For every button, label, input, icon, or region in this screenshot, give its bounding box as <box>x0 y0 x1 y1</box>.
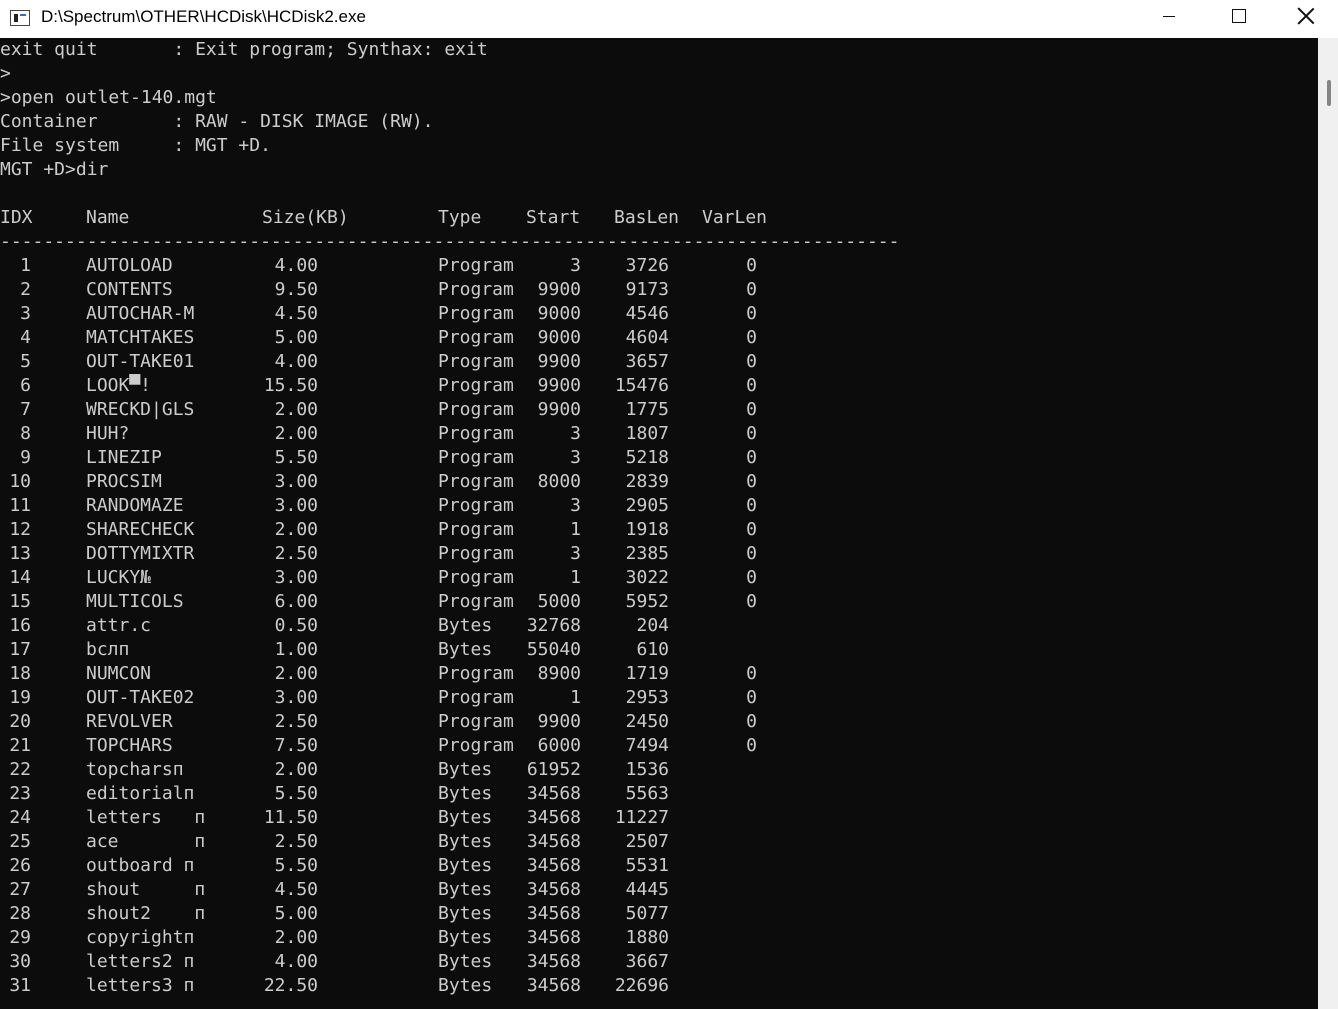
cell-varlen: 0 <box>746 543 757 564</box>
cell-baslen: 11227 <box>614 807 669 828</box>
table-row: 30 letters2 п 4.00 Bytes 34568 3667 <box>0 950 1318 974</box>
cell-varlen: 0 <box>746 423 757 444</box>
header-size: Size(KB) <box>262 207 349 228</box>
cell-varlen: 0 <box>746 735 757 756</box>
console-output[interactable]: exit quit : Exit program; Synthax: exit >… <box>0 38 1318 1009</box>
console-line: Container : RAW - DISK IMAGE (RW). <box>0 110 1318 134</box>
table-row: 22 topcharsп 2.00 Bytes 61952 1536 <box>0 758 1318 782</box>
table-row: 14 LUCKY№ 3.00 Program 1 3022 0 <box>0 566 1318 590</box>
cell-varlen: 0 <box>746 399 757 420</box>
cell-baslen: 5531 <box>625 855 669 876</box>
table-row: 2 CONTENTS 9.50 Program 9900 9173 0 <box>0 278 1318 302</box>
cell-varlen: 0 <box>746 471 757 492</box>
cell-baslen: 1880 <box>625 927 669 948</box>
close-icon <box>1297 7 1315 25</box>
console-line: MGT +D>dir <box>0 158 1318 182</box>
cell-varlen: 0 <box>746 567 757 588</box>
table-row: 24 letters п 11.50 Bytes 34568 11227 <box>0 806 1318 830</box>
console-app-icon <box>10 10 30 26</box>
cell-varlen: 0 <box>746 327 757 348</box>
table-row: 1 AUTOLOAD 4.00 Program 3 3726 0 <box>0 254 1318 278</box>
cell-baslen: 610 <box>636 639 669 660</box>
table-row: 10 PROCSIM 3.00 Program 8000 2839 0 <box>0 470 1318 494</box>
cell-baslen: 5077 <box>625 903 669 924</box>
maximize-button[interactable] <box>1204 0 1274 32</box>
cell-baslen: 5563 <box>625 783 669 804</box>
table-row: 28 shout2 п 5.00 Bytes 34568 5077 <box>0 902 1318 926</box>
table-row: 31 letters3 п 22.50 Bytes 34568 22696 <box>0 974 1318 998</box>
table-row: 15 MULTICOLS 6.00 Program 5000 5952 0 <box>0 590 1318 614</box>
cell-varlen: 0 <box>746 591 757 612</box>
cell-baslen: 3667 <box>625 951 669 972</box>
table-row: 13 DOTTYMIXTR 2.50 Program 3 2385 0 <box>0 542 1318 566</box>
cell-varlen: 0 <box>746 495 757 516</box>
table-row: 27 shout п 4.50 Bytes 34568 4445 <box>0 878 1318 902</box>
cell-baslen: 22696 <box>614 975 669 996</box>
cell-baslen: 4445 <box>625 879 669 900</box>
command-history: exit quit : Exit program; Synthax: exit >… <box>0 38 1318 206</box>
table-row: 12 SHARECHECK 2.00 Program 1 1918 0 <box>0 518 1318 542</box>
minimize-icon <box>1163 15 1175 17</box>
console-line-text: exit quit : Exit program; Synthax: exit <box>0 39 488 60</box>
header-name: Name <box>86 207 130 228</box>
title-bar[interactable]: D:\Spectrum\OTHER\HCDisk\HCDisk2.exe <box>0 0 1338 38</box>
table-row: 29 copyrightп 2.00 Bytes 34568 1880 <box>0 926 1318 950</box>
header-idx: IDX <box>0 207 33 228</box>
table-row: 5 OUT-TAKE01 4.00 Program 9900 3657 0 <box>0 350 1318 374</box>
cell-varlen: 0 <box>746 279 757 300</box>
console-line-text: Container : RAW - DISK IMAGE (RW). <box>0 111 434 132</box>
table-row: 20 REVOLVER 2.50 Program 9900 2450 0 <box>0 710 1318 734</box>
header-varlen: VarLen <box>702 207 768 228</box>
table-row: 23 editorialп 5.50 Bytes 34568 5563 <box>0 782 1318 806</box>
table-row: 21 TOPCHARS 7.50 Program 6000 7494 0 <box>0 734 1318 758</box>
cell-varlen: 0 <box>746 711 757 732</box>
table-row: 3 AUTOCHAR-M 4.50 Program 9000 4546 0 <box>0 302 1318 326</box>
close-button[interactable] <box>1274 0 1338 32</box>
console-line-text: MGT +D>dir <box>0 159 109 180</box>
console-line: >open outlet-140.mgt <box>0 86 1318 110</box>
cell-varlen: 0 <box>746 351 757 372</box>
table-row: 9 LINEZIP 5.50 Program 3 5218 0 <box>0 446 1318 470</box>
console-line-text: > <box>0 63 11 84</box>
cell-baslen: 1536 <box>625 759 669 780</box>
cell-baslen: 2507 <box>625 831 669 852</box>
table-row: 26 outboard п 5.50 Bytes 34568 5531 <box>0 854 1318 878</box>
cell-varlen: 0 <box>746 687 757 708</box>
console-line-text: >open outlet-140.mgt <box>0 87 217 108</box>
header-start: Start <box>526 207 581 228</box>
table-row: 8 HUH? 2.00 Program 3 1807 0 <box>0 422 1318 446</box>
table-row: 4 MATCHTAKES 5.00 Program 9000 4604 0 <box>0 326 1318 350</box>
cell-varlen: 0 <box>746 519 757 540</box>
cell-varlen: 0 <box>746 447 757 468</box>
console-line: File system : MGT +D. <box>0 134 1318 158</box>
console-line: exit quit : Exit program; Synthax: exit <box>0 38 1318 62</box>
table-row: 16 attr.c 0.50 Bytes 32768 204 <box>0 614 1318 638</box>
table-row: 19 OUT-TAKE02 3.00 Program 1 2953 0 <box>0 686 1318 710</box>
header-separator: ----------------------------------------… <box>0 230 1318 254</box>
header-type: Type <box>438 207 482 228</box>
vertical-scrollbar[interactable] <box>1318 38 1338 1009</box>
cell-varlen: 0 <box>746 663 757 684</box>
window-title: D:\Spectrum\OTHER\HCDisk\HCDisk2.exe <box>41 7 366 26</box>
minimize-button[interactable] <box>1134 0 1204 32</box>
cell-varlen: 0 <box>746 255 757 276</box>
table-row: 11 RANDOMAZE 3.00 Program 3 2905 0 <box>0 494 1318 518</box>
scrollbar-thumb[interactable] <box>1327 80 1331 106</box>
table-row: 7 WRECKD|GLS 2.00 Program 9900 1775 0 <box>0 398 1318 422</box>
console-line-text: File system : MGT +D. <box>0 135 271 156</box>
cell-varlen: 0 <box>746 375 757 396</box>
console-line: > <box>0 62 1318 86</box>
table-header: IDX Name Size(KB) Type Start BasLen VarL… <box>0 206 1318 230</box>
cell-varlen: 0 <box>746 303 757 324</box>
directory-listing: 1 AUTOLOAD 4.00 Program 3 3726 0 2 CONTENTS 9.50 P… <box>0 254 1318 998</box>
separator-line: ----------------------------------------… <box>0 231 900 252</box>
cell-baslen: 204 <box>636 615 669 636</box>
table-row: 17 bслп 1.00 Bytes 55040 610 <box>0 638 1318 662</box>
maximize-icon <box>1232 9 1246 23</box>
table-row: 18 NUMCON 2.00 Program 8900 1719 0 <box>0 662 1318 686</box>
table-row: 6 LOOK▀! 15.50 Program 9900 15476 0 <box>0 374 1318 398</box>
header-baslen: BasLen <box>614 207 680 228</box>
table-row: 25 ace п 2.50 Bytes 34568 2507 <box>0 830 1318 854</box>
